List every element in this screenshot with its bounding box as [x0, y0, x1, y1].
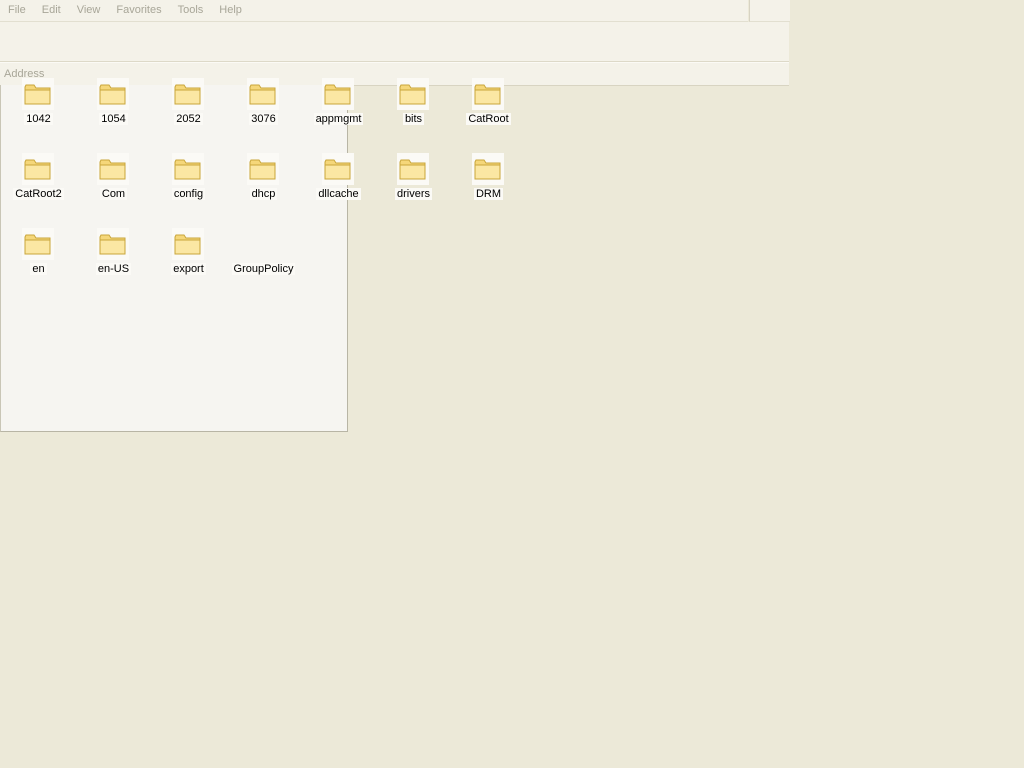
folder-icon — [172, 78, 204, 110]
folder-label: CatRoot2 — [0, 188, 77, 201]
folder-icon — [397, 153, 429, 185]
folder-label: config — [150, 188, 227, 201]
folder-item[interactable]: en — [0, 228, 75, 298]
folder-item[interactable]: bits — [375, 78, 450, 148]
folder-item[interactable]: Com — [75, 153, 150, 223]
folder-icon — [322, 153, 354, 185]
menu-favorites[interactable]: Favorites — [108, 0, 169, 21]
menu-bar-extension — [749, 0, 790, 22]
menu-bar: File Edit View Favorites Tools Help — [0, 0, 748, 22]
folder-name: config — [171, 188, 206, 200]
folder-icon — [97, 153, 129, 185]
menu-file[interactable]: File — [0, 0, 34, 21]
folder-label: 3076 — [225, 113, 302, 126]
folder-item[interactable]: export — [150, 228, 225, 298]
folder-label: GroupPolicy — [225, 263, 302, 276]
menu-help[interactable]: Help — [211, 0, 250, 21]
folder-icon — [247, 228, 279, 260]
folder-name: DRM — [473, 188, 504, 200]
folder-icon — [97, 78, 129, 110]
folder-name: GroupPolicy — [231, 263, 296, 275]
folder-name: appmgmt — [313, 113, 364, 125]
menu-view[interactable]: View — [69, 0, 109, 21]
folder-name: export — [171, 263, 206, 275]
folder-item[interactable]: CatRoot — [450, 78, 525, 148]
folder-name: dllcache — [316, 188, 361, 200]
folder-icon — [22, 228, 54, 260]
folder-label: dllcache — [300, 188, 377, 201]
folder-name: Com — [99, 188, 128, 200]
folder-icon — [322, 78, 354, 110]
folder-label: Com — [75, 188, 152, 201]
folder-item[interactable]: 2052 — [150, 78, 225, 148]
folder-icon — [397, 78, 429, 110]
folder-item[interactable]: DRM — [450, 153, 525, 223]
folder-item[interactable]: en-US — [75, 228, 150, 298]
folder-name: CatRoot2 — [13, 188, 64, 200]
folder-label: 2052 — [150, 113, 227, 126]
folder-name: 1054 — [99, 113, 128, 125]
folder-label: 1042 — [0, 113, 77, 126]
folder-grid: 1042 1054 2052 3076 appmgmt bits CatRoot CatRoo… — [0, 78, 540, 278]
folder-item[interactable]: 1054 — [75, 78, 150, 148]
toolbar — [0, 22, 789, 62]
folder-name: en — [30, 263, 47, 275]
folder-name: en-US — [95, 263, 132, 275]
folder-item[interactable]: appmgmt — [300, 78, 375, 148]
folder-icon — [172, 153, 204, 185]
folder-label: 1054 — [75, 113, 152, 126]
folder-name: 3076 — [249, 113, 278, 125]
folder-name: dhcp — [249, 188, 278, 200]
folder-item[interactable]: GroupPolicy — [225, 228, 300, 298]
folder-item[interactable]: 1042 — [0, 78, 75, 148]
folder-icon — [472, 153, 504, 185]
folder-name: bits — [402, 113, 425, 125]
folder-label: DRM — [450, 188, 527, 201]
folder-item[interactable]: 3076 — [225, 78, 300, 148]
folder-label: en — [0, 263, 77, 276]
folder-label: dhcp — [225, 188, 302, 201]
folder-label: bits — [375, 113, 452, 126]
folder-name: CatRoot — [466, 113, 511, 125]
folder-icon — [472, 78, 504, 110]
folder-icon — [22, 153, 54, 185]
folder-label: drivers — [375, 188, 452, 201]
menu-edit[interactable]: Edit — [34, 0, 69, 21]
folder-item[interactable]: config — [150, 153, 225, 223]
folder-label: export — [150, 263, 227, 276]
folder-name: 2052 — [174, 113, 203, 125]
folder-icon — [172, 228, 204, 260]
folder-label: en-US — [75, 263, 152, 276]
folder-item[interactable]: drivers — [375, 153, 450, 223]
folder-item[interactable]: dhcp — [225, 153, 300, 223]
folder-icon — [97, 228, 129, 260]
menu-tools[interactable]: Tools — [170, 0, 212, 21]
folder-item[interactable]: dllcache — [300, 153, 375, 223]
folder-icon — [247, 78, 279, 110]
folder-label: CatRoot — [450, 113, 527, 126]
folder-name: 1042 — [24, 113, 53, 125]
folder-icon — [247, 153, 279, 185]
folder-label: appmgmt — [300, 113, 377, 126]
folder-icon — [22, 78, 54, 110]
folder-name: drivers — [394, 188, 432, 200]
folder-item[interactable]: CatRoot2 — [0, 153, 75, 223]
